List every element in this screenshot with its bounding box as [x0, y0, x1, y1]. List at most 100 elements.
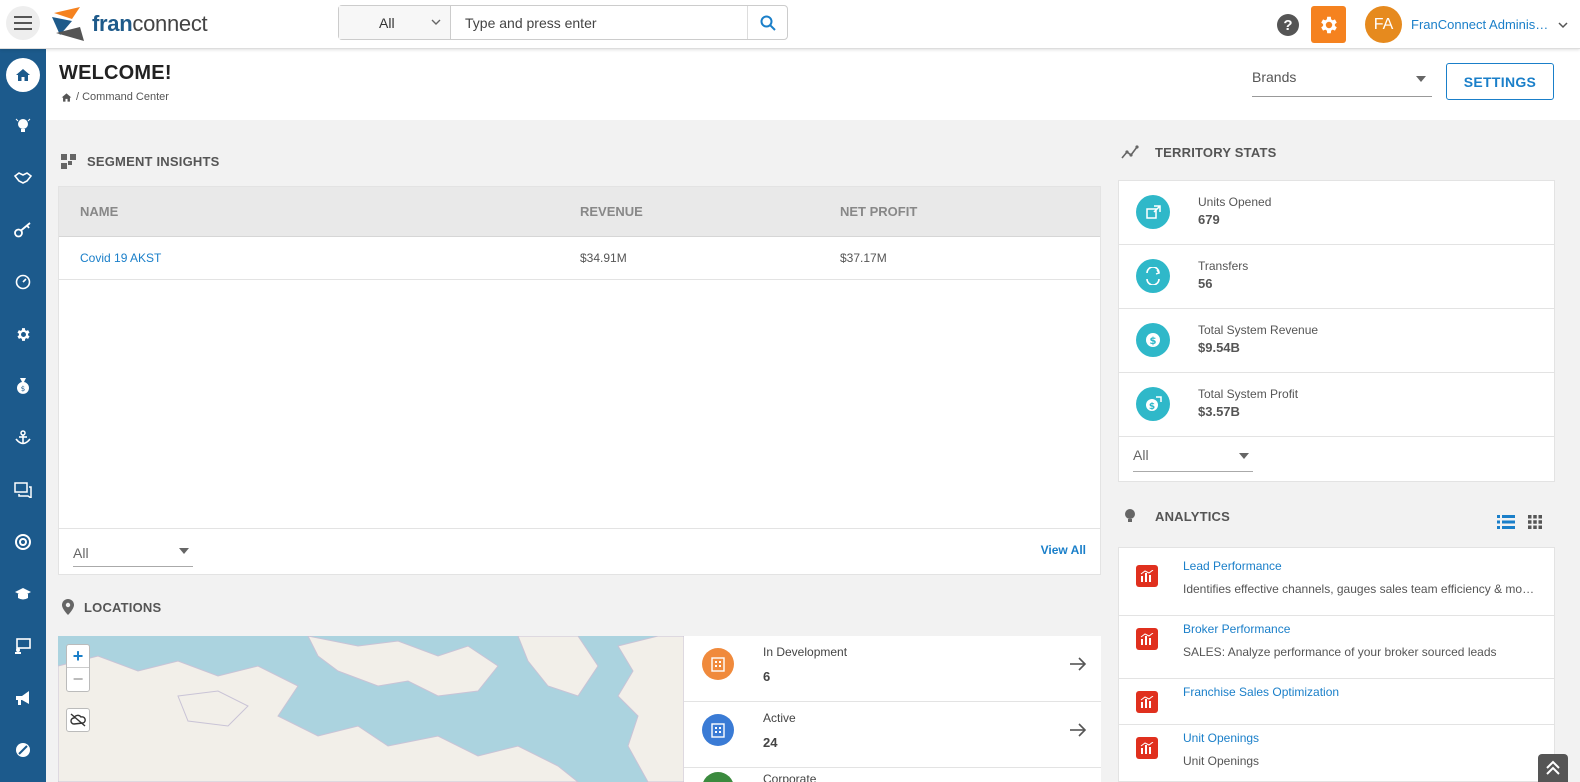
search-scope-value: All [379, 14, 395, 31]
location-status-label: Corporate [763, 772, 817, 782]
segment-net-profit: $37.17M [840, 251, 887, 265]
user-name[interactable]: FranConnect Administr... [1411, 17, 1551, 32]
territory-filter-select[interactable]: All [1133, 447, 1253, 472]
menu-icon[interactable] [6, 6, 40, 40]
logo-mark-icon [52, 7, 84, 41]
stat-label: Total System Revenue [1198, 323, 1319, 337]
help-icon[interactable]: ? [1277, 14, 1299, 36]
segment-insights-title: SEGMENT INSIGHTS [60, 153, 220, 170]
sidebar-item-deals[interactable] [0, 158, 46, 198]
analytics-list: Lead Performance Identifies effective ch… [1118, 547, 1555, 782]
map-cloud-toggle[interactable] [66, 708, 90, 732]
settings-gear-button[interactable] [1311, 6, 1346, 43]
location-status-list: In Development 6 Active 24 Corporate [684, 636, 1101, 782]
table-header: NAME REVENUE NET PROFIT [59, 187, 1100, 237]
scroll-to-top-button[interactable] [1538, 754, 1568, 782]
sidebar-item-home[interactable] [0, 55, 46, 95]
bar-chart-icon [1136, 691, 1158, 713]
building-icon [702, 648, 734, 680]
location-status-count: 6 [763, 669, 771, 684]
list-item[interactable]: Broker Performance SALES: Analyze perfor… [1119, 616, 1554, 679]
lightbulb-icon [1125, 509, 1135, 522]
sidebar-item-messages[interactable] [0, 470, 46, 510]
graduation-cap-icon [15, 588, 31, 600]
gear-icon [1320, 16, 1337, 33]
global-search: All [338, 5, 788, 40]
settings-button[interactable]: SETTINGS [1446, 63, 1554, 100]
double-chevron-up-icon [1546, 760, 1560, 775]
chat-icon [14, 482, 32, 498]
segment-filter-select[interactable]: All [73, 539, 193, 567]
section-title-text: TERRITORY STATS [1155, 144, 1277, 160]
analytics-report-link[interactable]: Franchise Sales Optimization [1183, 685, 1339, 699]
search-scope-select[interactable]: All [339, 6, 451, 39]
gauge-icon [15, 274, 31, 290]
column-revenue[interactable]: REVENUE [580, 187, 643, 237]
building-icon [702, 772, 734, 782]
list-item[interactable]: Franchise Sales Optimization [1119, 679, 1554, 725]
list-item: $ Total System Revenue $9.54B [1119, 309, 1554, 373]
table-footer: All View All [59, 528, 1100, 574]
sidebar-item-training[interactable] [0, 574, 46, 614]
avatar[interactable]: FA [1365, 6, 1402, 43]
list-item[interactable]: In Development 6 [684, 636, 1101, 702]
sidebar-item-admin[interactable] [0, 314, 46, 354]
stat-value: 679 [1198, 212, 1220, 227]
territory-filter-value: All [1133, 447, 1149, 463]
sidebar-item-support[interactable] [0, 418, 46, 458]
arrow-right-icon[interactable] [1069, 722, 1087, 738]
column-net-profit[interactable]: NET PROFIT [840, 187, 917, 237]
segment-insights-table: NAME REVENUE NET PROFIT Covid 19 AKST $3… [58, 186, 1101, 575]
section-title-text: ANALYTICS [1155, 508, 1230, 524]
sidebar-item-insights[interactable] [0, 106, 46, 146]
transfer-icon [1136, 259, 1170, 293]
view-all-link[interactable]: View All [1041, 543, 1086, 557]
list-item: Transfers 56 [1119, 245, 1554, 309]
column-name[interactable]: NAME [80, 187, 118, 237]
home-icon [16, 69, 30, 81]
franconnect-logo[interactable]: franconnect [50, 4, 208, 44]
segment-name-link[interactable]: Covid 19 AKST [80, 237, 161, 280]
analytics-report-link[interactable]: Broker Performance [1183, 622, 1290, 636]
territory-stats-card: Units Opened 679 Transfers 56 $ Total Sy… [1118, 180, 1555, 482]
map-zoom-control: + − [66, 644, 90, 692]
search-input[interactable] [451, 6, 747, 39]
arrow-right-icon[interactable] [1069, 656, 1087, 672]
sidebar-item-marketing[interactable] [0, 678, 46, 718]
chevron-down-icon[interactable] [1557, 19, 1569, 31]
wrench-icon [16, 743, 30, 757]
analytics-title: ANALYTICS [1123, 507, 1230, 525]
search-button[interactable] [747, 6, 787, 39]
segment-filter-value: All [73, 545, 89, 561]
home-icon[interactable] [61, 92, 72, 103]
brands-select-label: Brands [1252, 69, 1297, 85]
segment-revenue: $34.91M [580, 251, 627, 265]
list-item[interactable]: Active 24 [684, 702, 1101, 768]
sidebar-item-help[interactable] [0, 522, 46, 562]
list-item: Units Opened 679 [1119, 181, 1554, 245]
brands-select[interactable]: Brands [1252, 69, 1432, 97]
caret-down-icon [1416, 76, 1426, 82]
sidebar-item-dashboard[interactable] [0, 262, 46, 302]
list-view-toggle[interactable] [1496, 512, 1516, 532]
list-item[interactable]: Corporate [684, 768, 1101, 782]
grid-view-toggle[interactable] [1525, 512, 1545, 532]
breadcrumb: / Command Center [61, 91, 169, 103]
list-item[interactable]: Unit Openings Unit Openings [1119, 725, 1554, 781]
list-item[interactable]: Lead Performance Identifies effective ch… [1119, 548, 1554, 616]
locations-map[interactable]: + − [58, 636, 684, 782]
logo-text: franconnect [92, 11, 208, 36]
analytics-report-link[interactable]: Lead Performance [1183, 559, 1282, 573]
sidebar-item-keys[interactable] [0, 210, 46, 250]
zoom-out-button[interactable]: − [67, 668, 89, 691]
zoom-in-button[interactable]: + [67, 645, 89, 668]
svg-text:$: $ [1150, 336, 1157, 347]
analytics-report-desc: SALES: Analyze performance of your broke… [1183, 645, 1497, 659]
sidebar-item-presentations[interactable] [0, 626, 46, 666]
store-open-icon [1136, 195, 1170, 229]
page-header: WELCOME! / Command Center Brands SETTING… [46, 49, 1580, 120]
section-title-text: LOCATIONS [84, 599, 162, 615]
sidebar-item-finance[interactable]: $ [0, 366, 46, 406]
sidebar-item-tools[interactable] [0, 730, 46, 770]
analytics-report-link[interactable]: Unit Openings [1183, 731, 1259, 745]
